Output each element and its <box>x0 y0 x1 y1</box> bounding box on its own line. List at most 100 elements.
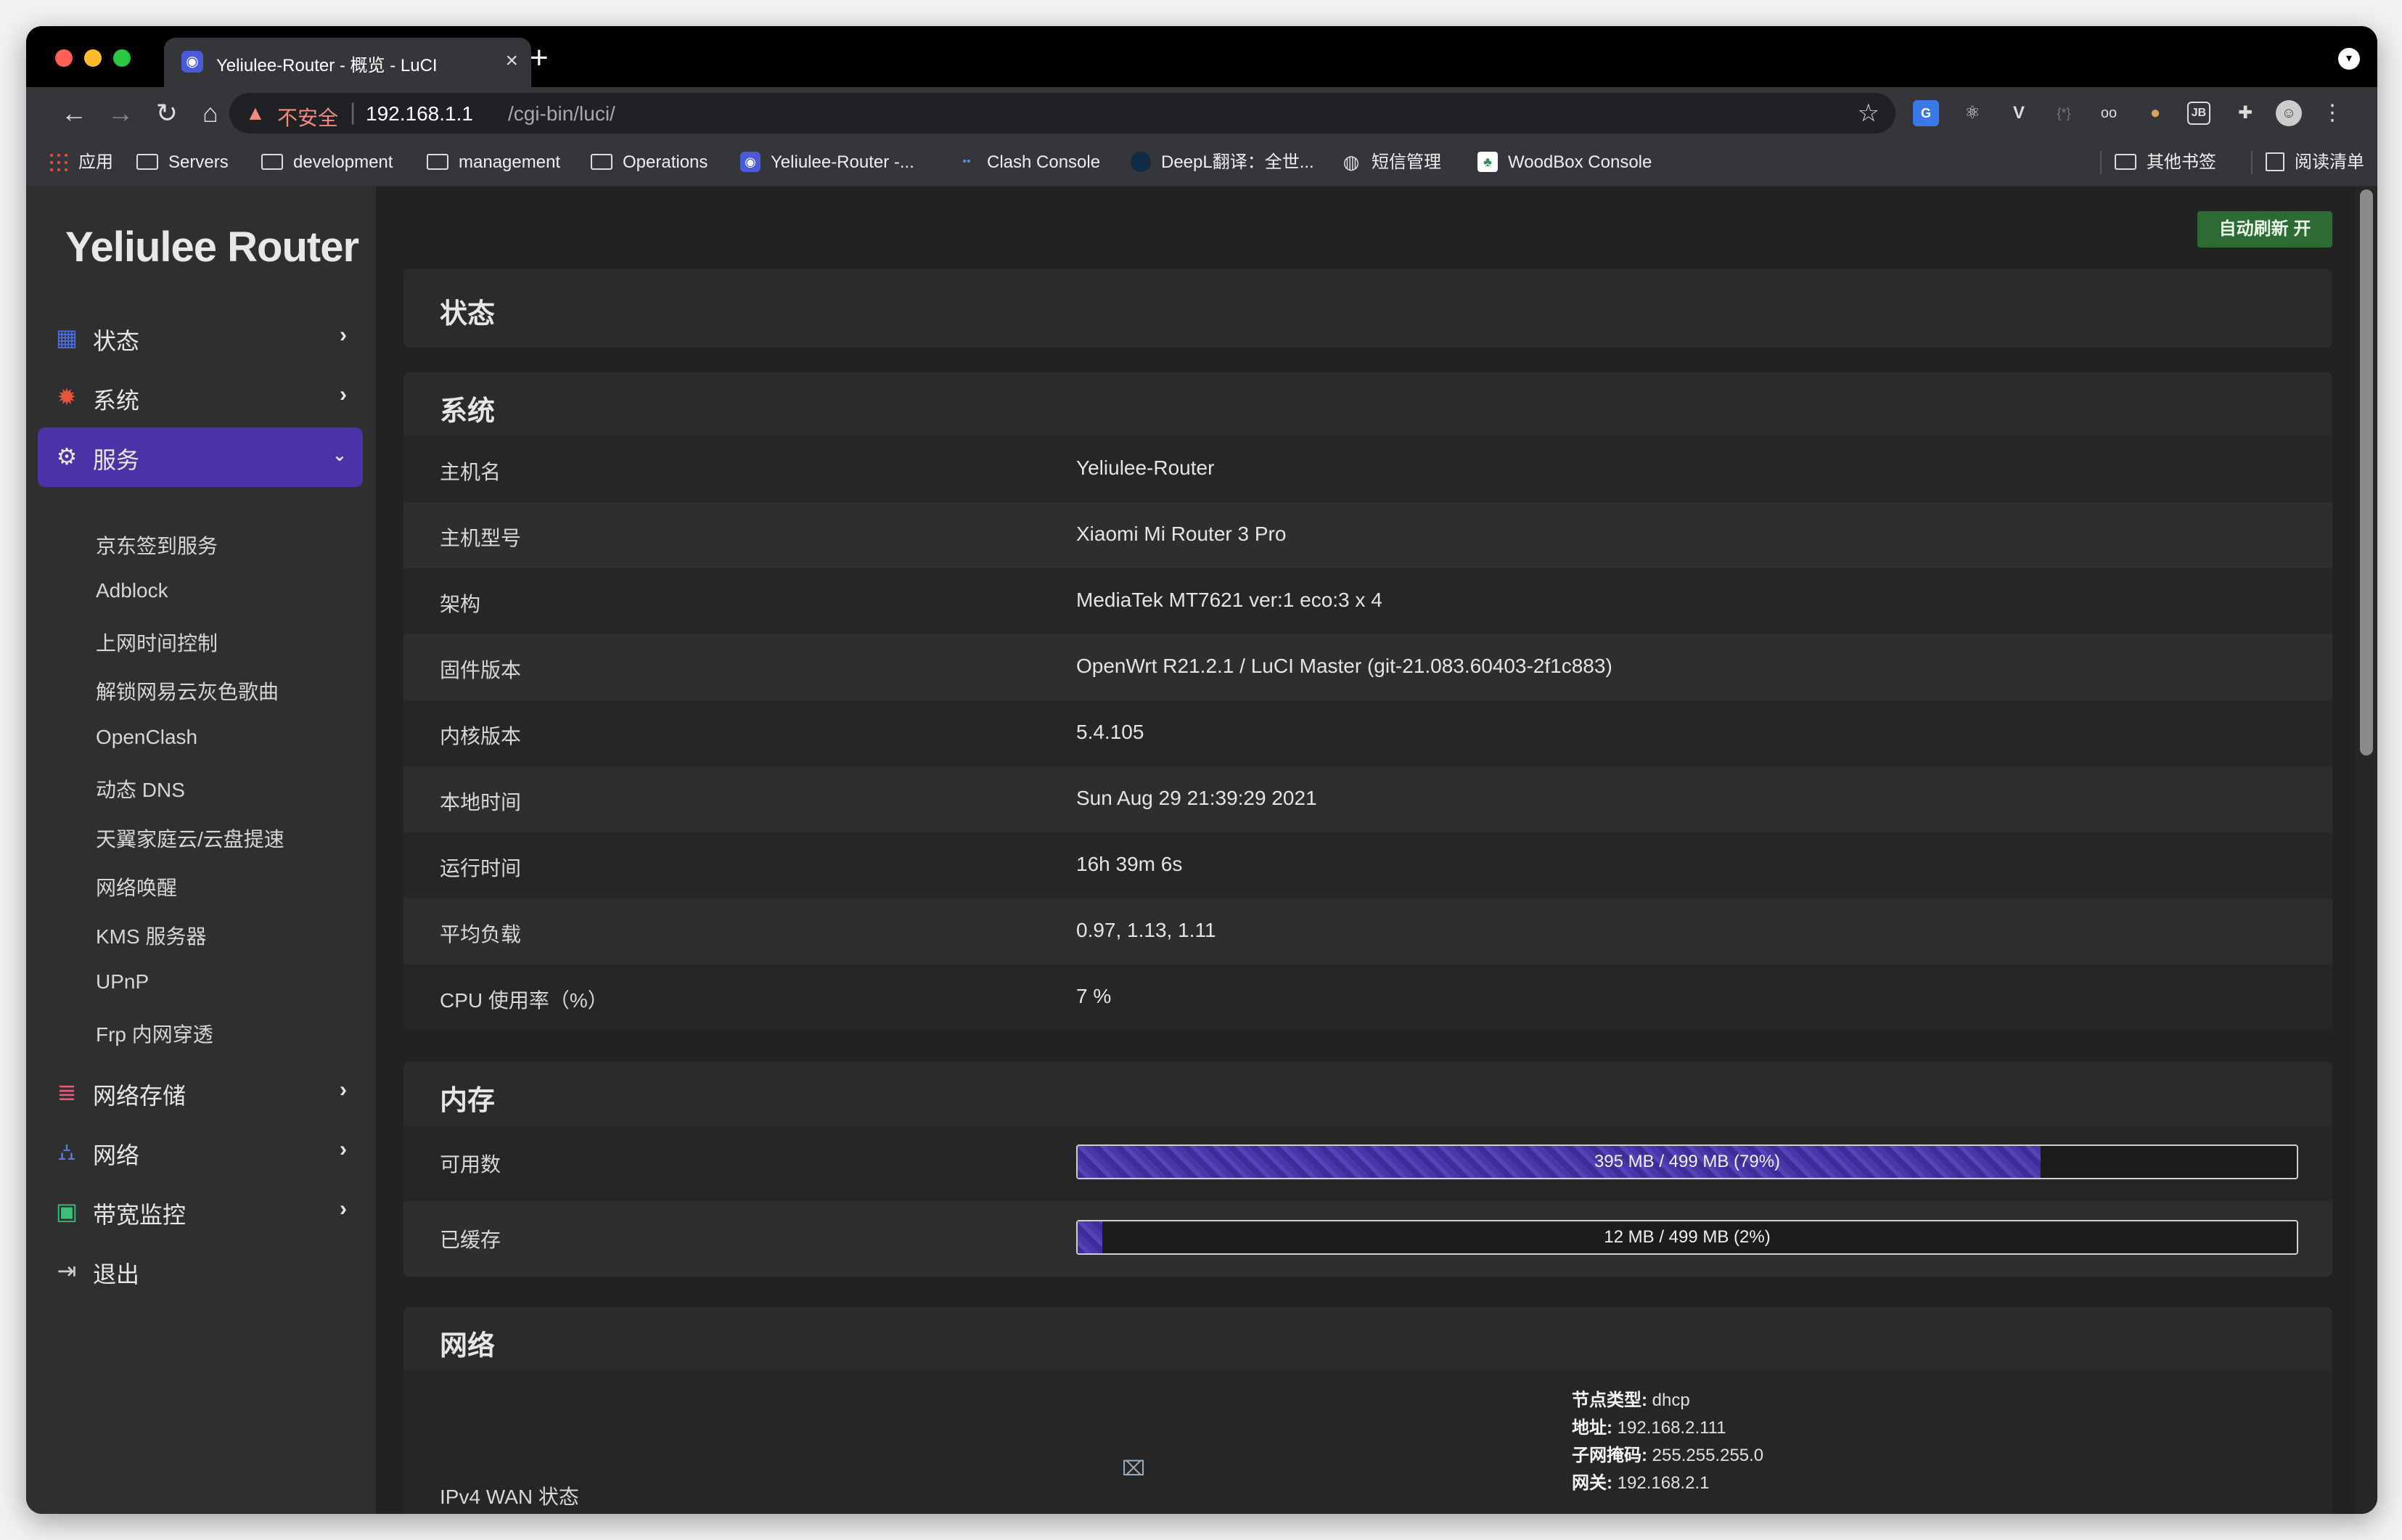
bookmark-deepl[interactable]: DeepL翻译：全世... <box>1131 139 1314 186</box>
menu-logout[interactable]: ⇥ 退出 <box>38 1242 363 1301</box>
bookmark-sms-manager[interactable]: ◍ 短信管理 <box>1341 139 1441 186</box>
menu-nas[interactable]: ≣ 网络存储 › <box>38 1063 363 1123</box>
reload-icon[interactable]: ↻ <box>148 94 186 132</box>
submenu-adblock[interactable]: Adblock <box>96 579 168 602</box>
memory-row-cached: 已缓存 12 MB / 499 MB (2%) <box>403 1201 2332 1277</box>
menu-services[interactable]: ⚙ 服务 ⌄ <box>38 427 363 487</box>
submenu-tianyi-speedup[interactable]: 天翼家庭云/云盘提速 <box>96 824 284 853</box>
chevron-right-icon: › <box>340 1197 347 1221</box>
page-title: 状态 <box>440 299 496 329</box>
bookmark-development[interactable]: development <box>261 139 393 186</box>
submenu-jd-checkin[interactable]: 京东签到服务 <box>96 531 218 560</box>
system-row: 主机名 Yeliulee-Router <box>403 436 2332 502</box>
chevron-right-icon: › <box>340 1137 347 1161</box>
system-row: 本地时间 Sun Aug 29 21:39:29 2021 <box>403 766 2332 832</box>
github-icon: ◉ <box>181 51 203 73</box>
brand-logo[interactable]: Yeliulee Router <box>65 223 359 271</box>
network-tree-icon: ⛼ <box>57 1139 76 1165</box>
monitor-icon: ▣ <box>55 1198 78 1224</box>
close-window-button[interactable] <box>55 49 73 67</box>
folder-icon <box>2115 153 2136 170</box>
minimize-window-button[interactable] <box>84 49 102 67</box>
system-row: 主机型号 Xiaomi Mi Router 3 Pro <box>403 502 2332 568</box>
vue-devtools-icon[interactable]: V <box>2006 100 2032 126</box>
new-tab-icon[interactable]: + <box>530 42 549 74</box>
page-title-card: 状态 <box>403 269 2332 348</box>
bookmarks-bar: 应用 Servers development management Operat… <box>26 139 2377 187</box>
submenu-unblock-netease[interactable]: 解锁网易云灰色歌曲 <box>96 676 279 705</box>
system-row: 运行时间 16h 39m 6s <box>403 832 2332 898</box>
bookmarks-divider <box>2100 151 2102 174</box>
chevron-right-icon: › <box>340 323 347 347</box>
sidebar: Yeliulee Router ▦ 状态 › ✹ 系统 › ⚙ 服务 ⌄ 京东签… <box>26 187 376 1514</box>
wan-detail: 地址: 192.168.2.111 <box>1572 1418 1726 1438</box>
cookie-icon[interactable]: ● <box>2142 100 2168 126</box>
wan-detail: 子网掩码: 255.255.255.0 <box>1572 1446 1764 1465</box>
dashboard-icon: ▦ <box>55 324 78 351</box>
logout-icon: ⇥ <box>57 1258 77 1284</box>
warning-icon: ▲ <box>245 102 266 124</box>
tab-search-icon[interactable]: ▾ <box>2338 48 2360 70</box>
react-devtools-icon[interactable]: ⚛ <box>1959 100 1985 126</box>
folder-icon <box>591 153 612 170</box>
network-title: 网络 <box>440 1331 496 1361</box>
bookmark-management[interactable]: management <box>427 139 560 186</box>
extensions-puzzle-icon[interactable]: ✚ <box>2232 100 2258 126</box>
submenu-kms[interactable]: KMS 服务器 <box>96 921 206 950</box>
bookmark-clash-console[interactable]: •• Clash Console <box>956 139 1100 186</box>
zoom-window-button[interactable] <box>113 49 131 67</box>
submenu-frp[interactable]: Frp 内网穿透 <box>96 1019 213 1048</box>
scrollbar-thumb[interactable] <box>2360 189 2373 755</box>
submenu-wol[interactable]: 网络唤醒 <box>96 872 177 901</box>
system-row: CPU 使用率（%） 7 % <box>403 964 2332 1031</box>
bookmark-star-icon[interactable]: ☆ <box>1858 99 1880 128</box>
profile-avatar[interactable]: ☺ <box>2276 100 2302 126</box>
system-title: 系统 <box>440 396 496 427</box>
address-bar[interactable]: ▲ 不安全 | 192.168.1.1 /cgi-bin/luci/ ☆ <box>229 93 1895 134</box>
url-host: 192.168.1.1 <box>366 102 473 125</box>
system-section-header: 系统 <box>403 372 2332 436</box>
bookmark-servers[interactable]: Servers <box>136 139 229 186</box>
woodbox-icon: ♣ <box>1477 151 1498 172</box>
page-scrollbar[interactable] <box>2356 187 2377 1514</box>
menu-network[interactable]: ⛼ 网络 › <box>38 1123 363 1182</box>
memory-title: 内存 <box>440 1086 496 1116</box>
google-translate-icon[interactable]: G <box>1913 100 1939 126</box>
menu-system[interactable]: ✹ 系统 › <box>38 368 363 427</box>
browser-tab[interactable]: ◉ Yeliulee-Router - 概览 - LuCI × <box>164 38 531 87</box>
chevron-down-icon: ⌄ <box>332 446 347 465</box>
network-section-header: 网络 <box>403 1307 2332 1371</box>
apps-grid-icon <box>48 151 68 172</box>
menu-status[interactable]: ▦ 状态 › <box>38 308 363 368</box>
back-arrow-icon[interactable]: ← <box>55 94 93 132</box>
bookmark-yeliulee-router[interactable]: ◉ Yeliulee-Router -... <box>740 139 914 186</box>
bookmark-reading-list[interactable]: 阅读清单 <box>2266 139 2364 186</box>
bookmark-other[interactable]: 其他书签 <box>2115 139 2216 186</box>
glasses-extension-icon[interactable]: oo <box>2096 100 2122 126</box>
memory-cached-progress: 12 MB / 499 MB (2%) <box>1076 1220 2298 1255</box>
tab-close-icon[interactable]: × <box>505 48 518 74</box>
tab-title: Yeliulee-Router - 概览 - LuCI <box>216 56 438 75</box>
home-icon[interactable]: ⌂ <box>192 94 229 132</box>
wan-status-label: IPv4 WAN 状态 <box>440 1486 579 1508</box>
forward-arrow-icon[interactable]: → <box>102 94 139 132</box>
submenu-ddns[interactable]: 动态 DNS <box>96 774 185 803</box>
bookmark-woodbox-console[interactable]: ♣ WoodBox Console <box>1477 139 1652 186</box>
browser-menu-icon[interactable]: ⋮ <box>2319 100 2345 126</box>
json-viewer-icon[interactable]: {*} <box>2051 100 2077 126</box>
submenu-upnp[interactable]: UPnP <box>96 970 149 994</box>
submenu-time-control[interactable]: 上网时间控制 <box>96 628 218 657</box>
auto-refresh-button[interactable]: 自动刷新 开 <box>2197 211 2332 247</box>
menu-bandwidth-monitor[interactable]: ▣ 带宽监控 › <box>38 1182 363 1242</box>
insecure-label[interactable]: 不安全 <box>277 102 338 131</box>
bookmark-apps[interactable]: 应用 <box>48 139 113 186</box>
memory-available-progress: 395 MB / 499 MB (79%) <box>1076 1144 2298 1179</box>
bookmark-operations[interactable]: Operations <box>591 139 708 186</box>
memory-row-available: 可用数 395 MB / 499 MB (79%) <box>403 1126 2332 1201</box>
main-content: 自动刷新 开 状态 系统 主机名 Yeliulee-Router 主机型号 Xiao… <box>376 187 2356 1514</box>
submenu-openclash[interactable]: OpenClash <box>96 726 197 749</box>
gear-icon: ✹ <box>57 384 77 410</box>
url-path: /cgi-bin/luci/ <box>508 102 615 125</box>
ethernet-port-icon: ⌧ <box>1122 1457 1146 1480</box>
jetbrains-icon[interactable]: JB <box>2187 102 2210 125</box>
